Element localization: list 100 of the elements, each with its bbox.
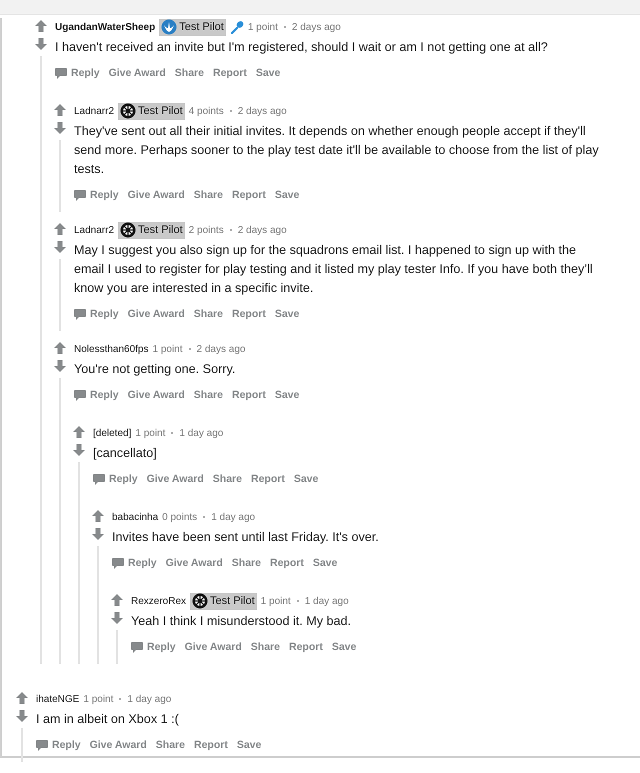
action-button[interactable]: Report <box>194 737 228 753</box>
speech-bubble-icon <box>112 558 124 568</box>
action-button[interactable]: Save <box>236 737 262 753</box>
action-button[interactable]: Share <box>174 65 204 81</box>
flair-text: Test Pilot <box>138 105 183 117</box>
speech-bubble-icon <box>74 308 86 320</box>
comment-score: 1 point <box>135 428 166 438</box>
action-button[interactable]: Report <box>270 555 304 571</box>
action-button[interactable]: Give Award <box>128 387 185 403</box>
downvote-icon[interactable] <box>54 122 66 134</box>
action-button[interactable]: Report <box>232 306 266 322</box>
reply-button[interactable]: Reply <box>74 306 119 322</box>
username-link[interactable]: babacinha <box>112 512 158 522</box>
comment-age: 2 days ago <box>196 344 246 354</box>
speech-bubble-icon <box>74 390 86 400</box>
phoenix-icon <box>161 19 178 35</box>
username-link[interactable]: RexzeroRex <box>131 596 186 606</box>
speech-bubble-icon <box>74 190 86 200</box>
flair-text: Test Pilot <box>210 595 255 607</box>
reply-button[interactable]: Reply <box>36 737 81 753</box>
action-button[interactable]: Share <box>212 471 242 487</box>
reply-button[interactable]: Reply <box>55 65 100 81</box>
upvote-icon[interactable] <box>111 594 123 606</box>
action-button[interactable]: Report <box>250 471 285 487</box>
comment-score: 1 point <box>152 344 183 354</box>
reply-button[interactable]: Reply <box>74 387 119 403</box>
action-button[interactable]: Save <box>332 639 356 655</box>
action-button[interactable]: Share <box>250 639 280 655</box>
upvote-icon[interactable] <box>54 104 66 116</box>
comment-score: 2 points <box>188 224 224 236</box>
downvote-icon[interactable] <box>35 38 47 50</box>
username-link[interactable]: Ladnarr2 <box>74 106 114 116</box>
action-button[interactable]: Save <box>274 306 300 322</box>
upvote-icon[interactable] <box>54 223 66 235</box>
downvote-icon[interactable] <box>54 241 66 253</box>
action-button[interactable]: Give Award <box>166 555 223 571</box>
downvote-icon[interactable] <box>54 360 66 372</box>
action-button[interactable]: Share <box>232 555 261 571</box>
username-link[interactable]: Ladnarr2 <box>74 224 114 236</box>
comment-text: I am in albeit on Xbox 1 :( <box>36 711 180 728</box>
username-link[interactable]: ihateNGE <box>36 694 80 704</box>
downvote-icon[interactable] <box>92 528 104 540</box>
upvote-icon[interactable] <box>54 342 66 354</box>
action-button[interactable]: Give Award <box>146 471 204 487</box>
comment-age: 2 days ago <box>292 22 341 32</box>
comment-age: 1 day ago <box>211 512 256 522</box>
downvote-icon[interactable] <box>73 444 85 456</box>
downvote-icon[interactable] <box>16 710 28 722</box>
action-button[interactable]: Save <box>274 187 300 203</box>
action-button[interactable]: Give Award <box>128 306 185 322</box>
comment-text: May I suggest you also sign up for the squadrons email list. I happened to sign up with the email I used to register for play testing and it listed my play tester Info. If you have both they’ll know you are interested in a specific invite. <box>74 242 594 297</box>
comment-score: 1 point <box>83 694 114 704</box>
action-button[interactable]: Report <box>212 65 247 81</box>
upvote-icon[interactable] <box>92 510 104 522</box>
action-button[interactable]: Save <box>294 471 318 487</box>
reply-button[interactable]: Reply <box>131 639 176 655</box>
action-button[interactable]: Save <box>274 387 300 403</box>
comment-age: 2 days ago <box>238 224 287 236</box>
reply-button[interactable]: Reply <box>93 471 138 487</box>
action-button[interactable]: Share <box>194 306 223 322</box>
flair-text: Test Pilot <box>179 21 224 33</box>
speech-bubble-icon <box>93 474 105 484</box>
downvote-icon[interactable] <box>111 612 123 624</box>
speech-bubble-icon <box>55 68 67 78</box>
action-button[interactable]: Save <box>312 555 338 571</box>
comment-score: 1 point <box>260 596 291 606</box>
comment-text: You're not getting one. Sorry. <box>74 361 236 378</box>
upvote-icon[interactable] <box>16 692 28 704</box>
action-button[interactable]: Give Award <box>184 639 242 655</box>
action-button[interactable]: Share <box>156 737 185 753</box>
action-button[interactable]: Report <box>232 187 266 203</box>
flair-text: Test Pilot <box>138 224 183 236</box>
comment-age: 1 day ago <box>179 428 224 438</box>
action-button[interactable]: Report <box>232 387 266 403</box>
comment-age: 2 days ago <box>238 106 287 116</box>
action-button[interactable]: Save <box>256 65 280 81</box>
comment-text: [cancellato] <box>93 445 158 462</box>
comment-text: They've sent out all their initial invites. It depends on whether enough people accept if they'll send more. Perhaps sooner to the play test date it'll be available to choose from the list of play tests. <box>74 123 600 178</box>
comment-score: 0 points <box>162 512 198 522</box>
comment-score: 1 point <box>248 22 278 32</box>
username-link[interactable]: Nolessthan60fps <box>74 344 148 354</box>
action-button[interactable]: Share <box>194 387 223 403</box>
speech-bubble-icon <box>131 642 143 652</box>
username-link[interactable]: [deleted] <box>93 428 132 438</box>
action-button[interactable]: Report <box>288 639 323 655</box>
action-button[interactable]: Give Award <box>90 737 147 753</box>
action-button[interactable]: Share <box>194 187 223 203</box>
reply-button[interactable]: Reply <box>74 187 119 203</box>
cog-emblem-icon <box>192 593 208 609</box>
comment-age: 1 day ago <box>304 596 349 606</box>
upvote-icon[interactable] <box>73 426 85 438</box>
upvote-icon[interactable] <box>35 20 47 32</box>
comment-age: 1 day ago <box>127 694 172 704</box>
comment-score: 4 points <box>188 106 224 116</box>
username-link[interactable]: UgandanWaterSheep <box>55 22 156 32</box>
reply-button[interactable]: Reply <box>112 555 157 571</box>
action-button[interactable]: Give Award <box>108 65 166 81</box>
speech-bubble-icon <box>36 740 48 750</box>
cog-emblem-icon <box>120 103 136 119</box>
action-button[interactable]: Give Award <box>128 187 185 203</box>
